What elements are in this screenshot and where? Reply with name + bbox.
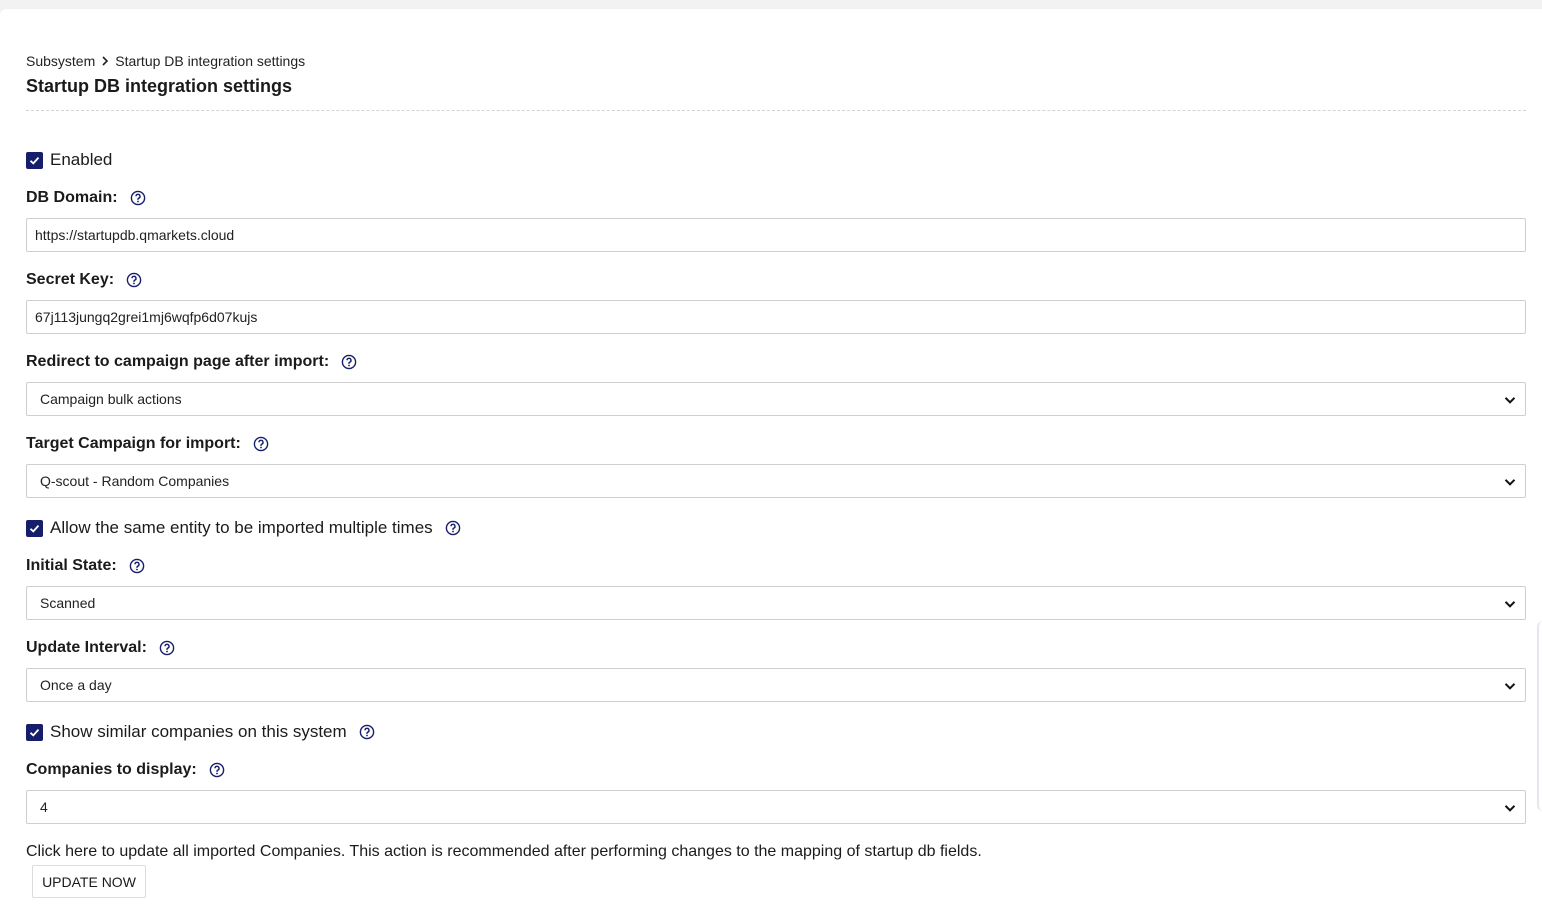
target-campaign-label-row: Target Campaign for import: [26, 435, 269, 453]
show-similar-row: Show similar companies on this system [26, 722, 375, 742]
redirect-selected-value: Campaign bulk actions [40, 391, 182, 407]
initial-state-selected-value: Scanned [40, 595, 96, 611]
secret-key-label-row: Secret Key: [26, 271, 142, 289]
help-icon[interactable] [130, 190, 146, 206]
redirect-select[interactable]: Campaign bulk actions [26, 382, 1526, 416]
checkmark-icon [29, 728, 40, 737]
chevron-down-icon [1503, 475, 1517, 489]
secret-key-input[interactable]: 67j113jungq2grei1mj6wqfp6d07kujs [26, 300, 1526, 334]
chevron-down-icon [1503, 597, 1517, 611]
settings-panel: Subsystem Startup DB integration setting… [0, 9, 1542, 910]
enabled-checkbox[interactable] [26, 151, 43, 169]
checkmark-icon [29, 524, 40, 533]
page-title: Startup DB integration settings [26, 76, 293, 96]
help-icon[interactable] [341, 354, 357, 370]
title-divider [26, 110, 1526, 111]
redirect-label-row: Redirect to campaign page after import: [26, 353, 357, 371]
help-icon[interactable] [126, 272, 142, 288]
help-icon[interactable] [129, 558, 145, 574]
companies-display-selected-value: 4 [40, 799, 48, 815]
allow-multiple-label: Allow the same entity to be imported mul… [50, 518, 433, 537]
update-interval-label-row: Update Interval: [26, 639, 175, 657]
update-info-text: Click here to update all imported Compan… [26, 843, 982, 860]
initial-state-label-row: Initial State: [26, 557, 145, 575]
help-icon[interactable] [359, 724, 375, 740]
chevron-right-icon [98, 54, 112, 68]
enabled-row: Enabled [26, 150, 112, 170]
help-icon[interactable] [159, 640, 175, 656]
show-similar-checkbox[interactable] [26, 723, 43, 741]
db-domain-label: DB Domain: [26, 189, 118, 206]
update-interval-select[interactable]: Once a day [26, 668, 1526, 702]
companies-display-label-row: Companies to display: [26, 761, 225, 779]
companies-display-select[interactable]: 4 [26, 790, 1526, 824]
breadcrumb: Subsystem Startup DB integration setting… [26, 53, 305, 69]
allow-multiple-checkbox[interactable] [26, 519, 43, 537]
allow-multiple-row: Allow the same entity to be imported mul… [26, 518, 461, 538]
help-icon[interactable] [445, 520, 461, 536]
side-panel-edge[interactable] [1537, 621, 1542, 811]
secret-key-label: Secret Key: [26, 271, 115, 288]
db-domain-label-row: DB Domain: [26, 189, 146, 207]
chevron-down-icon [1503, 801, 1517, 815]
update-now-button[interactable]: UPDATE NOW [32, 865, 146, 898]
chevron-down-icon [1503, 679, 1517, 693]
initial-state-label: Initial State: [26, 557, 117, 574]
target-campaign-label: Target Campaign for import: [26, 435, 241, 452]
redirect-label: Redirect to campaign page after import: [26, 353, 330, 370]
update-interval-label: Update Interval: [26, 639, 147, 656]
update-interval-selected-value: Once a day [40, 677, 112, 693]
initial-state-select[interactable]: Scanned [26, 586, 1526, 620]
breadcrumb-item-subsystem[interactable]: Subsystem [26, 53, 95, 69]
target-campaign-select[interactable]: Q-scout - Random Companies [26, 464, 1526, 498]
db-domain-input[interactable]: https://startupdb.qmarkets.cloud [26, 218, 1526, 252]
help-icon[interactable] [209, 762, 225, 778]
checkmark-icon [29, 156, 40, 165]
help-icon[interactable] [253, 436, 269, 452]
enabled-label: Enabled [50, 150, 113, 169]
companies-display-label: Companies to display: [26, 761, 197, 778]
chevron-down-icon [1503, 393, 1517, 407]
target-campaign-selected-value: Q-scout - Random Companies [40, 473, 230, 489]
show-similar-label: Show similar companies on this system [50, 722, 347, 741]
breadcrumb-item-current: Startup DB integration settings [115, 53, 306, 69]
